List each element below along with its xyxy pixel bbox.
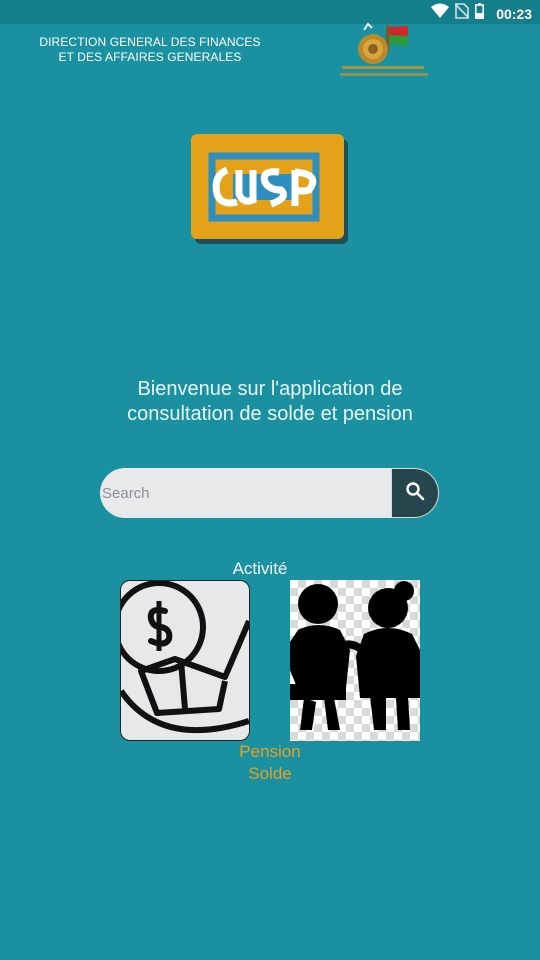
- search-input[interactable]: [102, 468, 392, 518]
- organization-name: DIRECTION GENERAL DES FINANCES ET DES AF…: [30, 35, 270, 65]
- status-bar: 00:23: [0, 0, 540, 24]
- search-icon: [405, 481, 425, 506]
- welcome-line-1: Bienvenue sur l'application de: [137, 378, 403, 400]
- organization-line-1: DIRECTION GENERAL DES FINANCES: [39, 35, 261, 49]
- activite-label: Activité: [232, 559, 288, 578]
- app-logo: [191, 134, 348, 244]
- organization-line-2: ET DES AFFAIRES GENERALES: [58, 50, 242, 64]
- pension-label: Pension: [239, 742, 301, 761]
- status-icons: 00:23: [431, 3, 532, 24]
- welcome-line-2: consultation de solde et pension: [127, 403, 413, 425]
- wifi-icon: [431, 3, 450, 24]
- status-time: 00:23: [496, 5, 532, 22]
- solde-tile[interactable]: [290, 580, 420, 741]
- cusp-logo: [191, 134, 344, 239]
- search-button[interactable]: [391, 468, 439, 518]
- search-bar: [100, 468, 439, 518]
- battery-icon: [475, 3, 485, 24]
- madagascar-emblem-logo: [336, 22, 430, 80]
- solde-label: Solde: [248, 764, 292, 783]
- no-sim-icon: [454, 3, 470, 24]
- search-field: [100, 468, 400, 518]
- pension-tile[interactable]: [120, 580, 250, 741]
- welcome-text: Bienvenue sur l'application de consultat…: [60, 377, 480, 427]
